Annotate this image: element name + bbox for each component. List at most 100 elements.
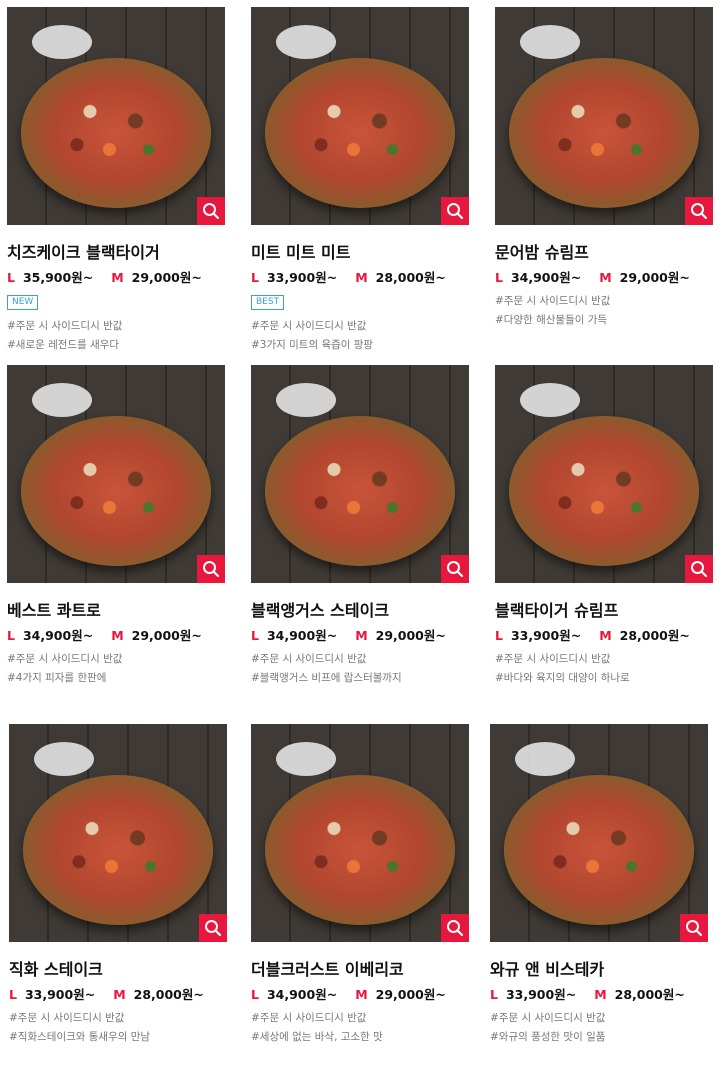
pizza-image[interactable] <box>490 724 708 942</box>
price-row: L 34,900원~ M 29,000원~ <box>251 984 469 1002</box>
magnifier-icon <box>446 202 464 220</box>
tag: #주문 시 사이드디시 반값 <box>251 320 367 332</box>
price-l: 33,900원~ <box>510 628 582 643</box>
tag: #주문 시 사이드디시 반값 <box>251 1012 367 1024</box>
price-row: L 35,900원~ M 29,000원~ <box>7 267 225 285</box>
size-label-m: M <box>355 987 368 1002</box>
product-name[interactable]: 문어밤 슈림프 <box>495 239 713 262</box>
product-name[interactable]: 블랙앵거스 스테이크 <box>251 597 469 620</box>
price-row: L 34,900원~ M 29,000원~ <box>7 625 225 643</box>
magnifier-icon <box>446 919 464 937</box>
magnifier-icon <box>202 560 220 578</box>
tag: #블랙앵거스 비프에 랍스터볼까지 <box>251 672 402 684</box>
product-name[interactable]: 와규 앤 비스테카 <box>490 956 708 979</box>
tag: #주문 시 사이드디시 반값 <box>7 653 123 665</box>
product-card[interactable]: 미트 미트 미트 L 33,900원~ M 28,000원~ BEST #주문 시 사… <box>251 7 469 352</box>
size-label-l: L <box>251 987 259 1002</box>
pizza-image[interactable] <box>251 7 469 225</box>
product-name[interactable]: 블랙타이거 슈림프 <box>495 597 713 620</box>
zoom-button[interactable] <box>197 197 225 225</box>
price-row: L 34,900원~ M 29,000원~ <box>495 267 713 285</box>
best-badge: BEST <box>251 295 285 310</box>
pizza-image[interactable] <box>7 365 225 583</box>
zoom-button[interactable] <box>685 197 713 225</box>
size-label-l: L <box>251 270 259 285</box>
size-label-l: L <box>490 987 498 1002</box>
size-label-m: M <box>594 987 607 1002</box>
product-name[interactable]: 미트 미트 미트 <box>251 239 469 262</box>
size-label-m: M <box>113 987 126 1002</box>
size-label-m: M <box>599 628 612 643</box>
magnifier-icon <box>690 560 708 578</box>
product-card[interactable]: 블랙앵거스 스테이크 L 34,900원~ M 29,000원~ #주문 시 사이드디… <box>251 365 469 685</box>
product-name[interactable]: 직화 스테이크 <box>9 956 227 979</box>
price-m: 29,000원~ <box>131 270 202 285</box>
price-row: L 33,900원~ M 28,000원~ <box>490 984 708 1002</box>
size-label-m: M <box>111 270 124 285</box>
size-label-m: M <box>355 628 368 643</box>
zoom-button[interactable] <box>199 914 227 942</box>
zoom-button[interactable] <box>685 555 713 583</box>
product-card[interactable]: 문어밤 슈림프 L 34,900원~ M 29,000원~ #주문 시 사이드디시 반… <box>495 7 713 327</box>
product-card[interactable]: 와규 앤 비스테카 L 33,900원~ M 28,000원~ #주문 시 사이드디시… <box>490 724 708 1044</box>
pizza-image[interactable] <box>9 724 227 942</box>
product-card[interactable]: 베스트 콰트로 L 34,900원~ M 29,000원~ #주문 시 사이드디시 반… <box>7 365 225 685</box>
magnifier-icon <box>204 919 222 937</box>
zoom-button[interactable] <box>441 197 469 225</box>
price-m: 28,000원~ <box>133 987 204 1002</box>
tag: #주문 시 사이드디시 반값 <box>9 1012 125 1024</box>
product-name[interactable]: 베스트 콰트로 <box>7 597 225 620</box>
zoom-button[interactable] <box>441 555 469 583</box>
tag: #바다와 육지의 대양이 하나로 <box>495 672 630 684</box>
magnifier-icon <box>202 202 220 220</box>
price-m: 29,000원~ <box>619 270 690 285</box>
price-m: 28,000원~ <box>375 270 446 285</box>
product-name[interactable]: 치즈케이크 블랙타이거 <box>7 239 225 262</box>
price-l: 35,900원~ <box>22 270 94 285</box>
zoom-button[interactable] <box>680 914 708 942</box>
product-card[interactable]: 더블크러스트 이베리코 L 34,900원~ M 29,000원~ #주문 시 사이드… <box>251 724 469 1044</box>
tag: #주문 시 사이드디시 반값 <box>7 320 123 332</box>
magnifier-icon <box>685 919 703 937</box>
product-card[interactable]: 블랙타이거 슈림프 L 33,900원~ M 28,000원~ #주문 시 사이드디시… <box>495 365 713 685</box>
product-card[interactable]: 치즈케이크 블랙타이거 L 35,900원~ M 29,000원~ NEW #주문 시… <box>7 7 225 352</box>
pizza-image[interactable] <box>495 365 713 583</box>
size-label-m: M <box>355 270 368 285</box>
price-row: L 33,900원~ M 28,000원~ <box>495 625 713 643</box>
price-m: 28,000원~ <box>614 987 685 1002</box>
price-l: 33,900원~ <box>505 987 577 1002</box>
price-l: 34,900원~ <box>22 628 94 643</box>
price-m: 29,000원~ <box>375 987 446 1002</box>
tag: #주문 시 사이드디시 반값 <box>490 1012 606 1024</box>
price-row: L 33,900원~ M 28,000원~ <box>251 267 469 285</box>
pizza-image[interactable] <box>495 7 713 225</box>
price-m: 29,000원~ <box>131 628 202 643</box>
size-label-l: L <box>251 628 259 643</box>
tag: #새로운 레전드를 새우다 <box>7 339 120 351</box>
price-l: 33,900원~ <box>266 270 338 285</box>
tag: #다양한 해산물들이 가득 <box>495 314 608 326</box>
magnifier-icon <box>690 202 708 220</box>
tag: #세상에 없는 바삭, 고소한 맛 <box>251 1031 383 1043</box>
tag: #주문 시 사이드디시 반값 <box>495 295 611 307</box>
product-name[interactable]: 더블크러스트 이베리코 <box>251 956 469 979</box>
zoom-button[interactable] <box>197 555 225 583</box>
size-label-l: L <box>7 628 15 643</box>
tag: #주문 시 사이드디시 반값 <box>251 653 367 665</box>
size-label-m: M <box>599 270 612 285</box>
new-badge: NEW <box>7 295 39 310</box>
tag: #4가지 피자를 한판에 <box>7 672 107 684</box>
tag: #직화스테이크와 통새우의 만남 <box>9 1031 151 1043</box>
pizza-image[interactable] <box>251 724 469 942</box>
price-l: 34,900원~ <box>266 987 338 1002</box>
product-card[interactable]: 직화 스테이크 L 33,900원~ M 28,000원~ #주문 시 사이드디시 반… <box>9 724 227 1044</box>
price-m: 29,000원~ <box>375 628 446 643</box>
pizza-image[interactable] <box>251 365 469 583</box>
zoom-button[interactable] <box>441 914 469 942</box>
tag: #와규의 풍성한 맛이 일품 <box>490 1031 606 1043</box>
magnifier-icon <box>446 560 464 578</box>
price-l: 34,900원~ <box>266 628 338 643</box>
pizza-image[interactable] <box>7 7 225 225</box>
size-label-l: L <box>495 270 503 285</box>
size-label-l: L <box>7 270 15 285</box>
